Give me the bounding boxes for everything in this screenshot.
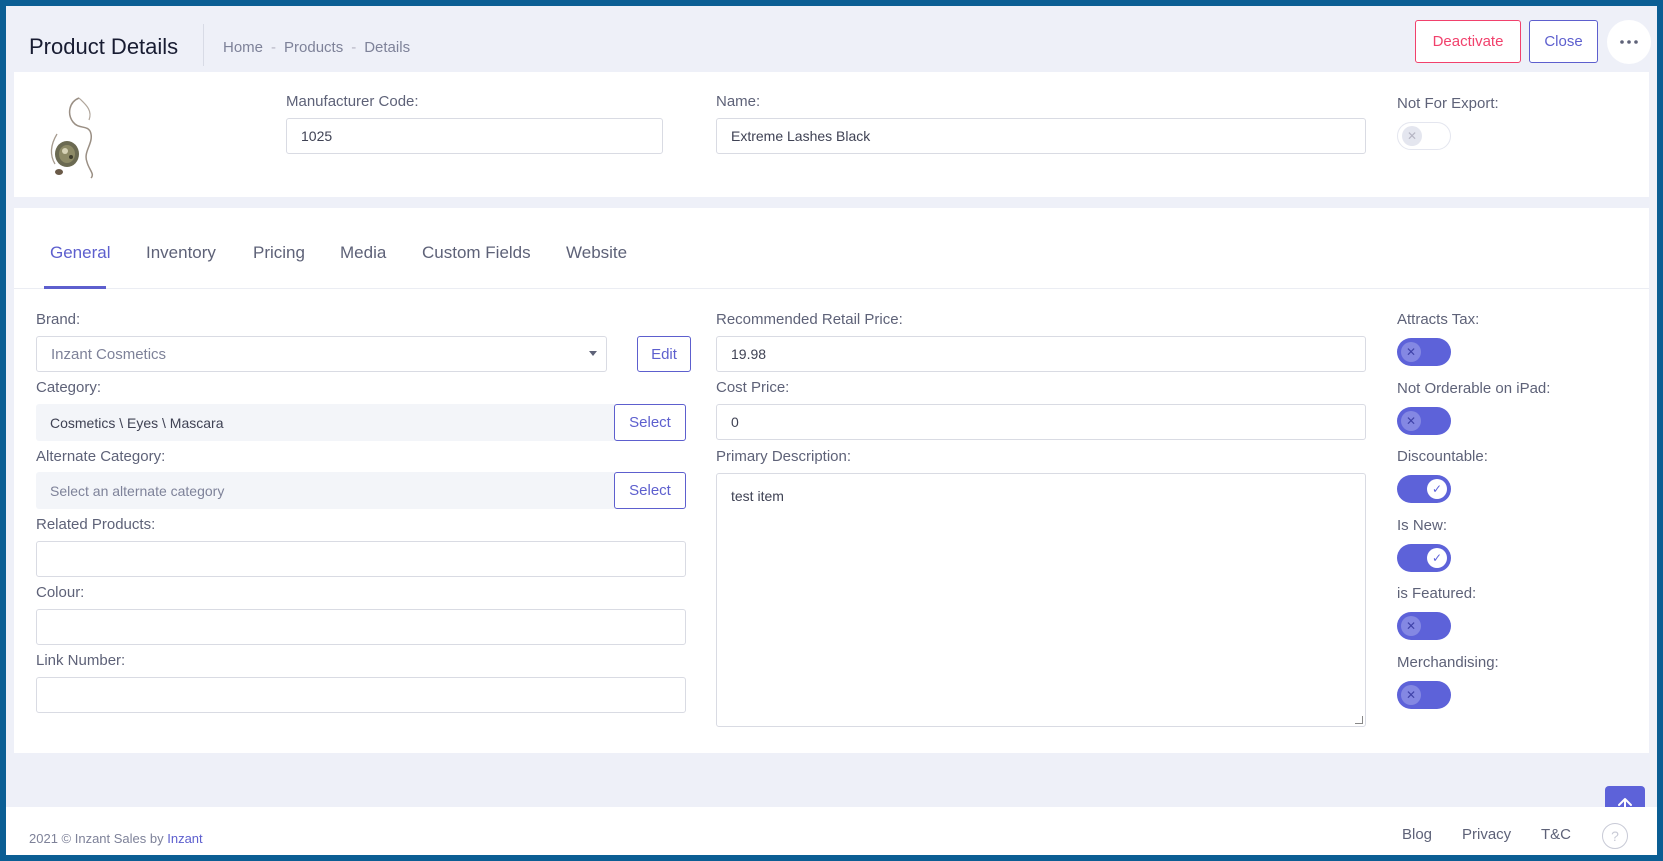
footer-copyright: 2021 © Inzant Sales by Inzant (29, 831, 203, 846)
attracts-tax-label: Attracts Tax: (1397, 311, 1480, 328)
is-new-label: Is New: (1397, 517, 1448, 534)
deactivate-button[interactable]: Deactivate (1415, 20, 1521, 63)
primary-description-label: Primary Description: (716, 448, 852, 465)
breadcrumb: Home - Products - Details (223, 39, 410, 56)
brand-label: Brand: (36, 311, 81, 328)
not-for-export-label: Not For Export: (1397, 95, 1499, 112)
breadcrumb-products[interactable]: Products (284, 39, 343, 56)
breadcrumb-home[interactable]: Home (223, 39, 263, 56)
name-label: Name: (716, 93, 761, 110)
product-details-card: General Inventory Pricing Media Custom F… (14, 208, 1649, 753)
tab-media[interactable]: Media (340, 243, 386, 263)
tab-bar: General Inventory Pricing Media Custom F… (14, 208, 1649, 289)
tab-website[interactable]: Website (566, 243, 627, 263)
related-products-field[interactable] (36, 541, 686, 577)
rrp-field[interactable]: 19.98 (716, 336, 1366, 372)
category-field[interactable]: Cosmetics \ Eyes \ Mascara (36, 404, 615, 441)
help-icon[interactable]: ? (1602, 823, 1628, 849)
merchandising-label: Merchandising: (1397, 654, 1499, 671)
close-button[interactable]: Close (1529, 20, 1598, 63)
manufacturer-code-field[interactable]: 1025 (286, 118, 663, 154)
alt-category-field[interactable]: Select an alternate category (36, 472, 615, 509)
link-number-field[interactable] (36, 677, 686, 713)
footer-link-privacy[interactable]: Privacy (1462, 826, 1511, 843)
resize-handle-icon[interactable] (1355, 716, 1363, 724)
tab-inventory[interactable]: Inventory (146, 243, 216, 263)
tab-general[interactable]: General (50, 243, 110, 263)
primary-description-field[interactable]: test item (716, 473, 1366, 727)
rrp-label: Recommended Retail Price: (716, 311, 903, 328)
close-icon: ✕ (1401, 616, 1421, 636)
not-orderable-ipad-label: Not Orderable on iPad: (1397, 380, 1551, 397)
attracts-tax-toggle[interactable]: ✕ (1397, 338, 1451, 366)
footer-link-tc[interactable]: T&C (1541, 826, 1571, 843)
page-header: Product Details Home - Products - Detail… (6, 6, 1657, 72)
close-icon: ✕ (1401, 342, 1421, 362)
check-icon: ✓ (1427, 479, 1447, 499)
product-summary-card: Manufacturer Code: 1025 Name: Extreme La… (14, 72, 1649, 197)
discountable-toggle[interactable]: ✓ (1397, 475, 1451, 503)
is-featured-toggle[interactable]: ✕ (1397, 612, 1451, 640)
category-label: Category: (36, 379, 102, 396)
tab-pricing[interactable]: Pricing (253, 243, 305, 263)
discountable-label: Discountable: (1397, 448, 1488, 465)
breadcrumb-separator: - (271, 39, 277, 56)
category-select-button[interactable]: Select (614, 404, 686, 441)
cost-price-field[interactable]: 0 (716, 404, 1366, 440)
app-frame: Product Details Home - Products - Detail… (6, 6, 1657, 855)
footer: 2021 © Inzant Sales by Inzant Blog Priva… (6, 807, 1657, 855)
manufacturer-code-label: Manufacturer Code: (286, 93, 419, 110)
header-divider (203, 24, 204, 66)
colour-field[interactable] (36, 609, 686, 645)
brand-value: Inzant Cosmetics (51, 345, 167, 363)
close-icon: ✕ (1401, 411, 1421, 431)
colour-label: Colour: (36, 584, 85, 601)
copyright-text: 2021 © Inzant Sales by (29, 831, 164, 846)
primary-description-text: test item (731, 488, 784, 504)
breadcrumb-separator: - (351, 39, 357, 56)
not-orderable-ipad-toggle[interactable]: ✕ (1397, 407, 1451, 435)
brand-link[interactable]: Inzant (167, 831, 202, 846)
related-products-label: Related Products: (36, 516, 156, 533)
check-icon: ✓ (1427, 548, 1447, 568)
chevron-down-icon (589, 351, 597, 356)
brand-select[interactable]: Inzant Cosmetics (36, 336, 607, 372)
brand-edit-button[interactable]: Edit (637, 336, 691, 372)
tab-custom-fields[interactable]: Custom Fields (422, 243, 531, 263)
close-icon: ✕ (1402, 126, 1422, 146)
merchandising-toggle[interactable]: ✕ (1397, 681, 1451, 709)
not-for-export-toggle[interactable]: ✕ (1397, 122, 1451, 150)
active-tab-indicator (44, 286, 106, 289)
link-number-label: Link Number: (36, 652, 126, 669)
cost-price-label: Cost Price: (716, 379, 790, 396)
is-new-toggle[interactable]: ✓ (1397, 544, 1451, 572)
alt-category-select-button[interactable]: Select (614, 472, 686, 509)
product-image (39, 94, 107, 180)
close-icon: ✕ (1401, 685, 1421, 705)
breadcrumb-details: Details (364, 39, 411, 56)
is-featured-label: is Featured: (1397, 585, 1477, 602)
alt-category-label: Alternate Category: (36, 448, 166, 465)
footer-link-blog[interactable]: Blog (1402, 826, 1432, 843)
page-title: Product Details (29, 34, 179, 59)
ellipsis-icon[interactable] (1607, 20, 1651, 64)
name-field[interactable]: Extreme Lashes Black (716, 118, 1366, 154)
